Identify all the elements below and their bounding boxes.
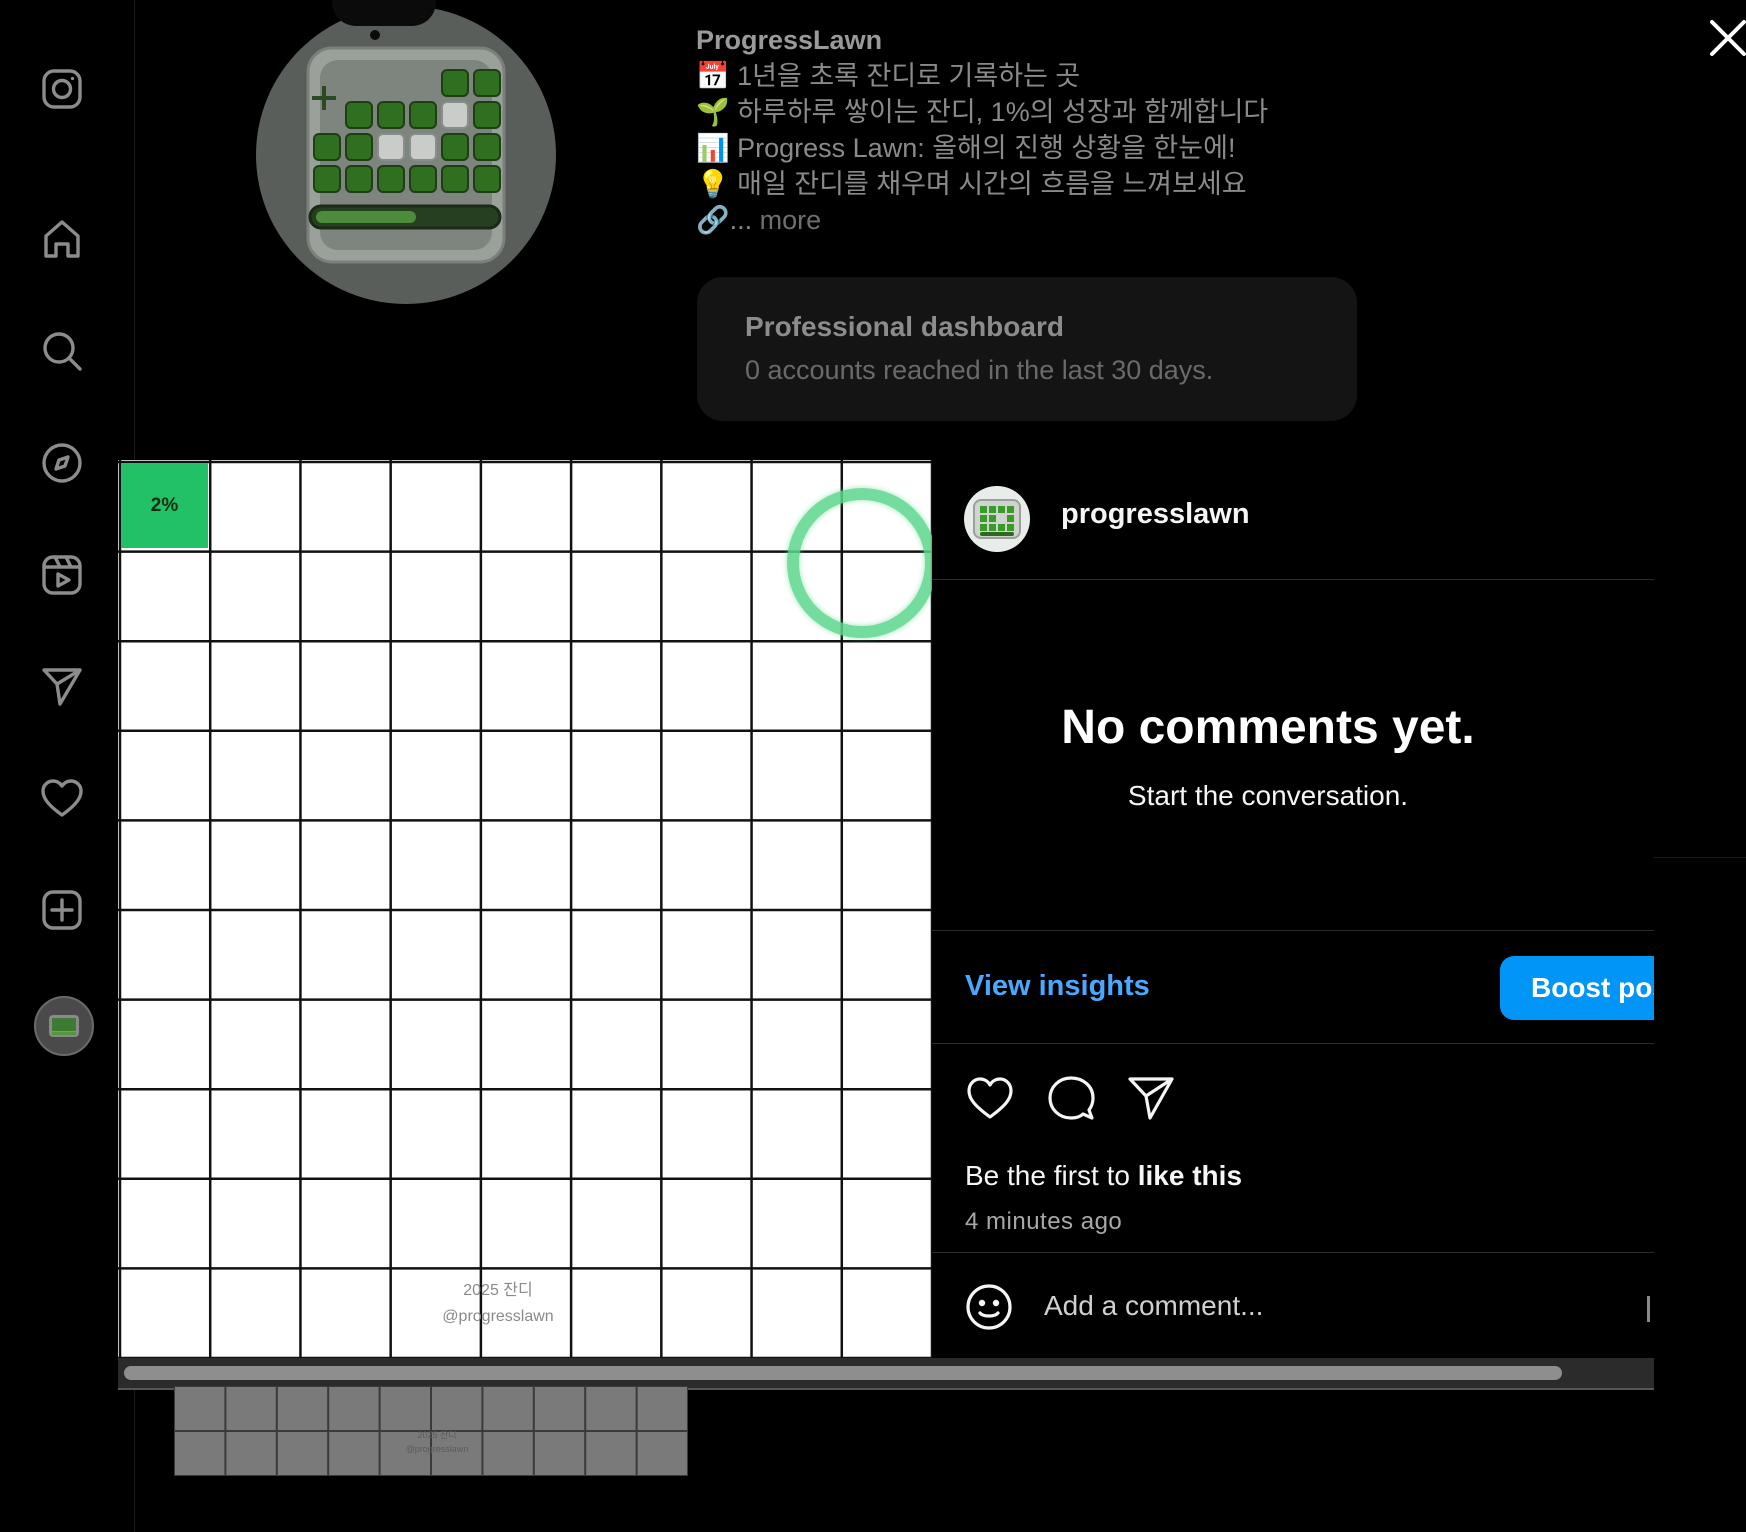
divider [932, 1043, 1654, 1044]
profile-username: ProgressLawn [696, 25, 883, 55]
watermark-handle: @progresslawn [442, 1308, 554, 1325]
like-heart-icon[interactable] [964, 1072, 1016, 1124]
reels-icon[interactable] [37, 550, 87, 600]
explore-compass-icon[interactable] [37, 438, 87, 488]
likes-text[interactable]: Be the first to like this [965, 1160, 1242, 1192]
divider [932, 930, 1654, 931]
notifications-heart-icon[interactable] [37, 773, 87, 823]
bio-line: 📊 Progress Lawn: 올해의 진행 상황을 한눈에! [696, 133, 1236, 163]
share-send-icon[interactable] [1125, 1072, 1177, 1124]
post-detail-panel: progresslawn No comments yet. Start the … [932, 460, 1654, 1358]
thumb-watermark-handle: @progresslawn [405, 1444, 469, 1454]
link-emoji: 🔗... [696, 205, 753, 235]
offscreen-panel-edge [1654, 460, 1746, 1358]
likes-prefix: Be the first to [965, 1160, 1138, 1191]
post-thumbnail[interactable]: 2025 잔디 @progresslawn [174, 1386, 688, 1476]
watermark-year: 2025 잔디 [463, 1282, 533, 1299]
create-plus-icon[interactable] [37, 885, 87, 935]
author-avatar[interactable] [964, 486, 1030, 552]
dashboard-subtitle: 0 accounts reached in the last 30 days. [745, 355, 1214, 385]
post-timestamp: 4 minutes ago [965, 1208, 1123, 1235]
empty-comments-subtitle: Start the conversation. [1127, 780, 1409, 811]
thumbnail-watermark: 2025 잔디 @progresslawn [392, 1428, 482, 1456]
author-username[interactable]: progresslawn [1061, 498, 1250, 531]
comment-input[interactable]: Add a comment... [1044, 1290, 1263, 1322]
comment-bubble-icon[interactable] [1045, 1072, 1097, 1124]
search-icon[interactable] [37, 326, 87, 376]
progress-label: 2% [150, 494, 179, 516]
dashboard-title: Professional dashboard [745, 311, 1064, 342]
profile-picture [256, 6, 556, 304]
profile-bio: ProgressLawn 📅 1년을 초록 잔디로 기록하는 곳 🌱 하루하루 … [696, 22, 1268, 238]
notes-bubble[interactable] [332, 0, 436, 26]
home-icon[interactable] [37, 214, 87, 264]
bio-line: 🌱 하루하루 쌓이는 잔디, 1%의 성장과 함께합니다 [696, 97, 1269, 127]
emoji-smiley-icon[interactable] [964, 1282, 1014, 1332]
view-insights-link[interactable]: View insights [965, 970, 1150, 1003]
tap-indicator [787, 488, 937, 638]
divider [932, 1252, 1654, 1253]
sidebar-nav [0, 0, 135, 1532]
post-button-partial[interactable] [1647, 1296, 1650, 1322]
scrollbar-thumb[interactable] [124, 1366, 1562, 1380]
bio-line: 💡 매일 잔디를 채우며 시간의 흐름을 느껴보세요 [696, 169, 1247, 199]
image-watermark: 2025 잔디 @progresslawn [418, 1278, 578, 1330]
bio-more-link[interactable]: more [760, 205, 822, 235]
post-header: progresslawn [932, 460, 1654, 580]
bio-line: 📅 1년을 초록 잔디로 기록하는 곳 [696, 61, 1081, 91]
boost-post-button[interactable]: Boost post [1500, 956, 1654, 1020]
thumb-watermark-year: 2025 잔디 [417, 1430, 457, 1440]
profile-avatar[interactable] [34, 996, 94, 1056]
messages-send-icon[interactable] [37, 661, 87, 711]
instagram-logo-icon[interactable] [37, 64, 87, 114]
progress-cell-filled: 2% [121, 463, 208, 548]
likes-bold: like this [1137, 1160, 1243, 1191]
notes-bubble-dot [370, 30, 380, 40]
empty-comments-title: No comments yet. [1061, 701, 1475, 754]
close-icon[interactable] [1706, 16, 1746, 60]
professional-dashboard[interactable]: Professional dashboard 0 accounts reache… [697, 277, 1357, 421]
